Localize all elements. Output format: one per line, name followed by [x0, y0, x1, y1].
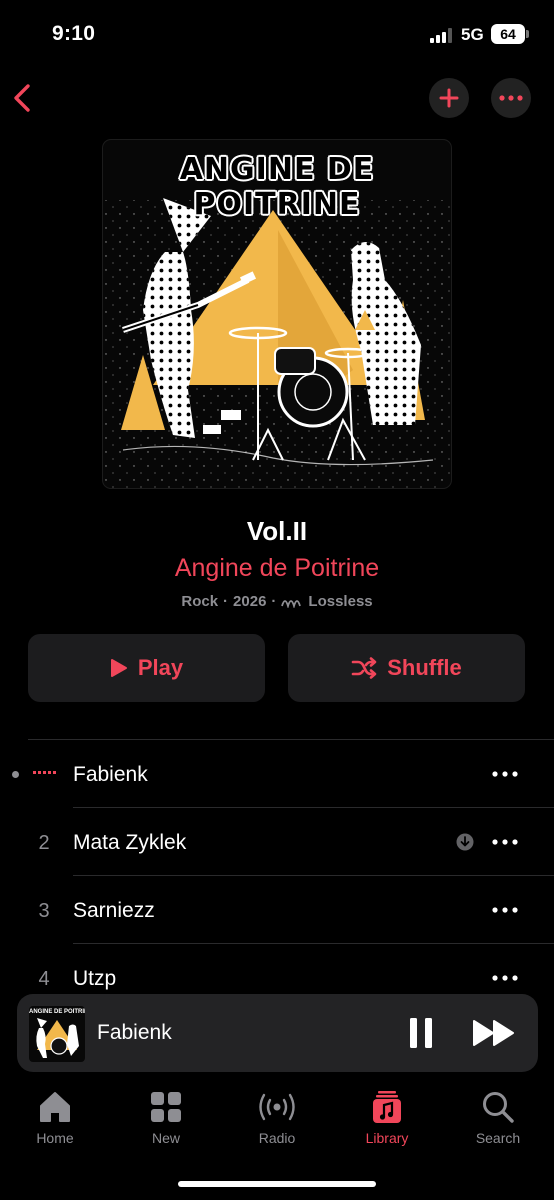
track-number: 3 — [38, 900, 50, 922]
play-button[interactable]: Play — [28, 634, 265, 702]
lossless-icon — [281, 599, 302, 608]
track-row[interactable]: Fabienk — [0, 740, 554, 808]
album-artwork[interactable]: ANGINE DE POITRINE — [103, 140, 451, 488]
play-label: Play — [137, 655, 184, 680]
more-options-button[interactable] — [491, 78, 531, 118]
now-playing-icon — [33, 771, 56, 774]
grid-icon — [151, 1092, 181, 1122]
meta-separator: · — [271, 593, 277, 610]
home-icon — [40, 1092, 70, 1122]
home-indicator — [178, 1181, 376, 1187]
track-number: 2 — [38, 832, 50, 854]
tab-label: Radio — [258, 1130, 296, 1146]
album-artist-link[interactable]: Angine de Poitrine — [0, 554, 554, 583]
tab-label: Search — [475, 1130, 521, 1146]
track-row[interactable]: 2 Mata Zyklek — [0, 808, 554, 876]
back-button[interactable] — [6, 78, 42, 118]
next-track-button[interactable] — [472, 1018, 516, 1048]
track-title: Mata Zyklek — [73, 831, 187, 854]
tab-new[interactable]: New — [111, 1090, 221, 1146]
tab-home[interactable]: Home — [0, 1090, 110, 1146]
track-number: 4 — [38, 968, 50, 990]
track-more-button[interactable] — [492, 762, 518, 786]
chevron-left-icon — [14, 84, 30, 112]
tab-library[interactable]: Library — [332, 1090, 442, 1146]
downloaded-icon — [456, 833, 474, 851]
library-icon — [373, 1091, 401, 1123]
track-title: Sarniezz — [73, 899, 155, 922]
plus-icon — [439, 88, 459, 108]
radio-icon — [259, 1093, 295, 1121]
album-year: 2026 — [233, 593, 267, 610]
mini-artwork-text: ANGINE DE POITRINE — [29, 1009, 85, 1015]
track-more-button[interactable] — [492, 830, 518, 854]
album-quality: Lossless — [308, 593, 373, 610]
pause-button[interactable] — [407, 1016, 435, 1050]
album-genre: Rock — [181, 593, 219, 610]
track-row[interactable]: 3 Sarniezz — [0, 876, 554, 944]
battery-tip — [526, 30, 529, 38]
track-more-button[interactable] — [492, 966, 518, 990]
track-title: Utzp — [73, 967, 117, 990]
ellipsis-icon — [499, 95, 523, 101]
status-time: 9:10 — [52, 22, 96, 45]
meta-separator: · — [223, 593, 229, 610]
mini-player[interactable]: ANGINE DE POITRINE Fabienk — [17, 994, 538, 1072]
shuffle-icon — [351, 657, 377, 679]
tab-label: New — [151, 1130, 180, 1146]
album-meta: Rock · 2026 · Lossless — [0, 593, 554, 610]
play-icon — [110, 659, 127, 677]
tab-radio[interactable]: Radio — [222, 1090, 332, 1146]
network-type: 5G — [461, 25, 484, 44]
shuffle-button[interactable]: Shuffle — [288, 634, 525, 702]
now-playing-dot — [12, 771, 19, 778]
add-button[interactable] — [429, 78, 469, 118]
tab-label: Home — [36, 1130, 74, 1146]
tab-label: Library — [365, 1130, 409, 1146]
battery-icon: 64 — [491, 24, 525, 44]
signal-icon — [430, 27, 454, 43]
search-icon — [483, 1092, 514, 1123]
track-more-button[interactable] — [492, 898, 518, 922]
album-title: Vol.II — [246, 516, 308, 546]
shuffle-label: Shuffle — [387, 655, 462, 680]
track-title: Fabienk — [73, 763, 148, 786]
tab-search[interactable]: Search — [443, 1090, 553, 1146]
mini-player-artwork: ANGINE DE POITRINE — [29, 1006, 85, 1062]
artwork-text: ANGINE DE POITRINE — [179, 152, 375, 222]
mini-player-title: Fabienk — [97, 1021, 172, 1044]
